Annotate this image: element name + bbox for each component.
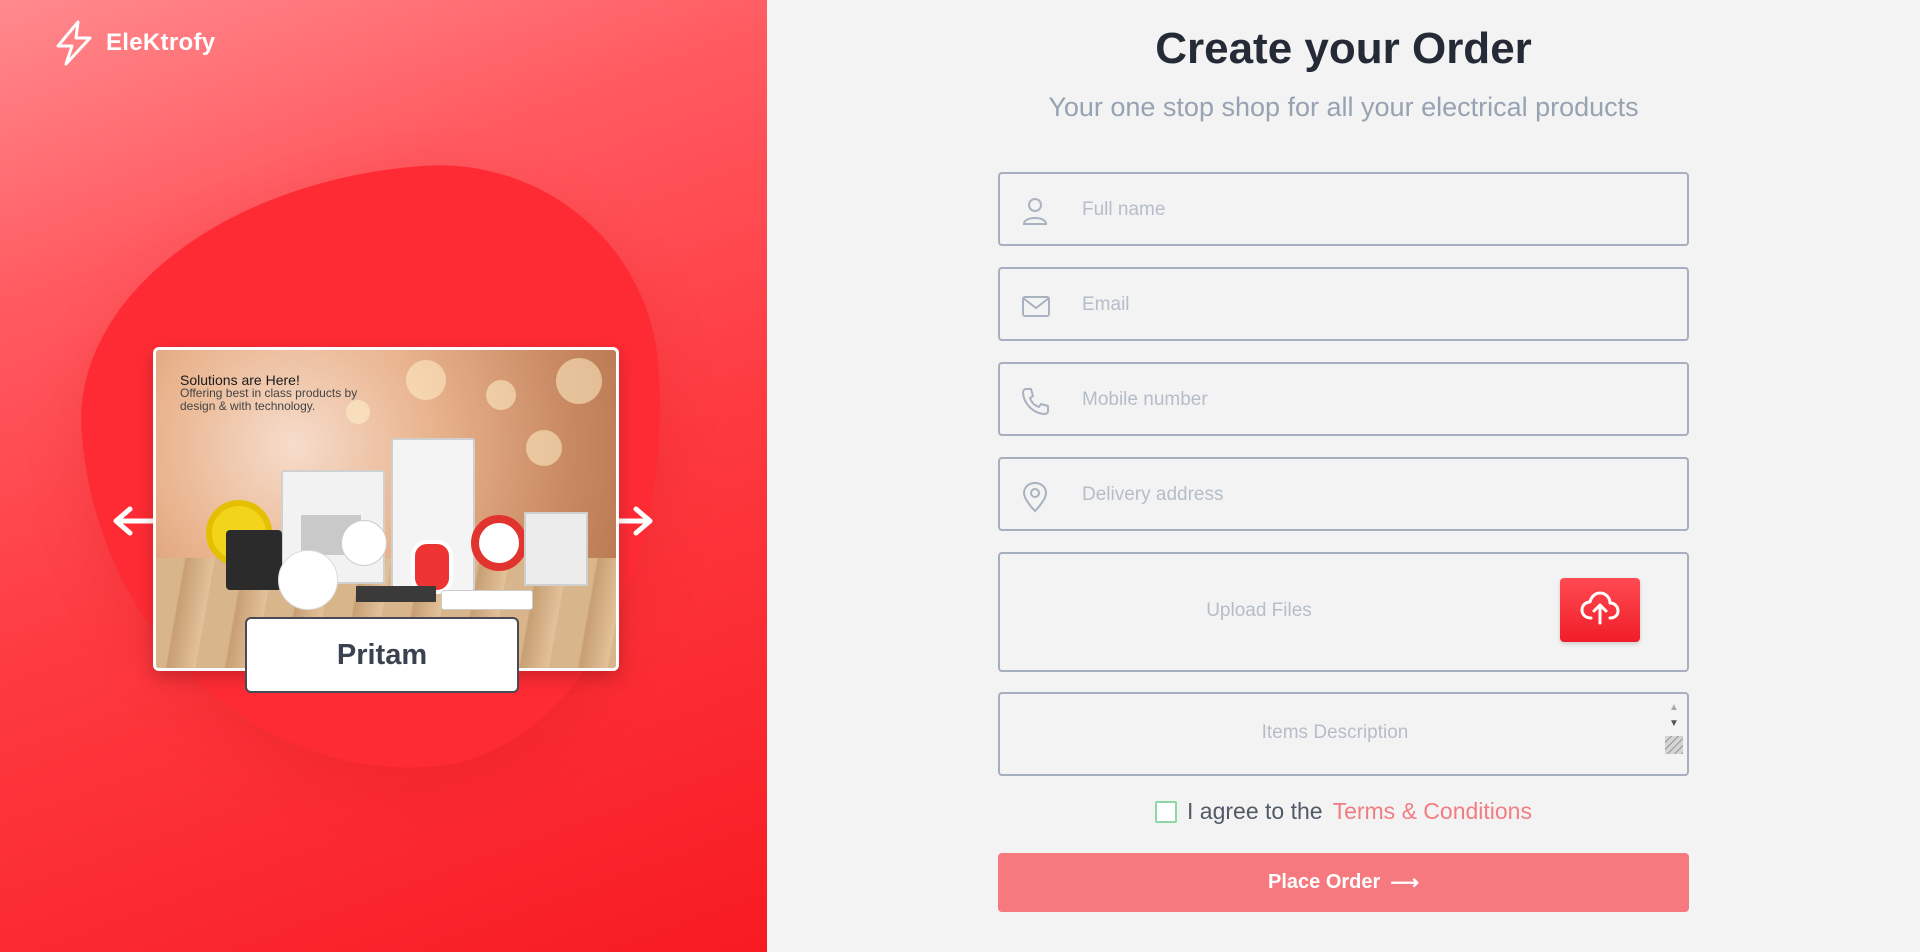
mobile-input[interactable] (1080, 364, 1674, 436)
terms-agreement: I agree to the Terms & Conditions (767, 798, 1920, 825)
bokeh-light (406, 360, 446, 400)
mail-icon (1020, 291, 1052, 326)
address-field[interactable] (998, 457, 1689, 531)
bokeh-light (556, 358, 602, 404)
mobile-field[interactable] (998, 362, 1689, 436)
resize-grip-icon[interactable] (1665, 736, 1683, 754)
brand-name: EleKtrofy (106, 29, 216, 56)
arrow-right-icon: ⟶ (1390, 872, 1419, 894)
carousel-caption-card: Pritam (245, 617, 519, 693)
upload-button[interactable] (1560, 578, 1640, 642)
meter-box (524, 512, 588, 586)
items-description-field[interactable]: Items Description ▲ ▼ (998, 692, 1689, 776)
flood-light (226, 530, 282, 590)
email-input[interactable] (1080, 269, 1674, 341)
full-name-input[interactable] (1080, 174, 1674, 246)
bokeh-light (526, 430, 562, 466)
extension-reel (471, 515, 527, 571)
place-order-label: Place Order (1268, 871, 1381, 893)
hero-panel: EleKtrofy Solutions are Here! Offering b… (0, 0, 767, 952)
bokeh-light (486, 380, 516, 410)
place-order-button[interactable]: Place Order ⟶ (998, 853, 1689, 912)
terms-link[interactable]: Terms & Conditions (1333, 798, 1532, 825)
cloud-upload-icon (1579, 590, 1621, 631)
items-description-placeholder: Items Description (1261, 722, 1409, 743)
scroll-up-icon[interactable]: ▲ (1669, 700, 1679, 716)
order-form-panel: Create your Order Your one stop shop for… (767, 0, 1920, 952)
page-subtitle: Your one stop shop for all your electric… (1048, 92, 1639, 122)
upload-label: Upload Files (1206, 600, 1312, 621)
full-name-field[interactable] (998, 172, 1689, 246)
upload-field[interactable]: Upload Files (998, 552, 1689, 672)
lightning-bolt-icon (52, 20, 96, 66)
textarea-scrollbar[interactable]: ▲ ▼ (1665, 700, 1683, 768)
smoke-detector (341, 520, 387, 566)
carousel-caption: Pritam (336, 638, 428, 671)
phone-icon (1020, 386, 1050, 421)
user-icon (1020, 196, 1050, 231)
scroll-down-icon[interactable]: ▼ (1669, 716, 1679, 732)
brand-logo[interactable]: EleKtrofy (52, 20, 215, 66)
agree-checkbox[interactable] (1155, 800, 1178, 823)
slide-text: Solutions are Here! Offering best in cla… (180, 373, 380, 413)
panel-light (278, 550, 338, 610)
agree-text: I agree to the (1187, 798, 1323, 824)
switch-plate (356, 586, 436, 602)
address-input[interactable] (1080, 459, 1674, 531)
power-strip (441, 590, 533, 610)
email-field[interactable] (998, 267, 1689, 341)
page-title: Create your Order (1155, 24, 1532, 73)
slide-subtext: Offering best in class products by desig… (180, 386, 358, 413)
map-pin-icon (1020, 481, 1050, 518)
